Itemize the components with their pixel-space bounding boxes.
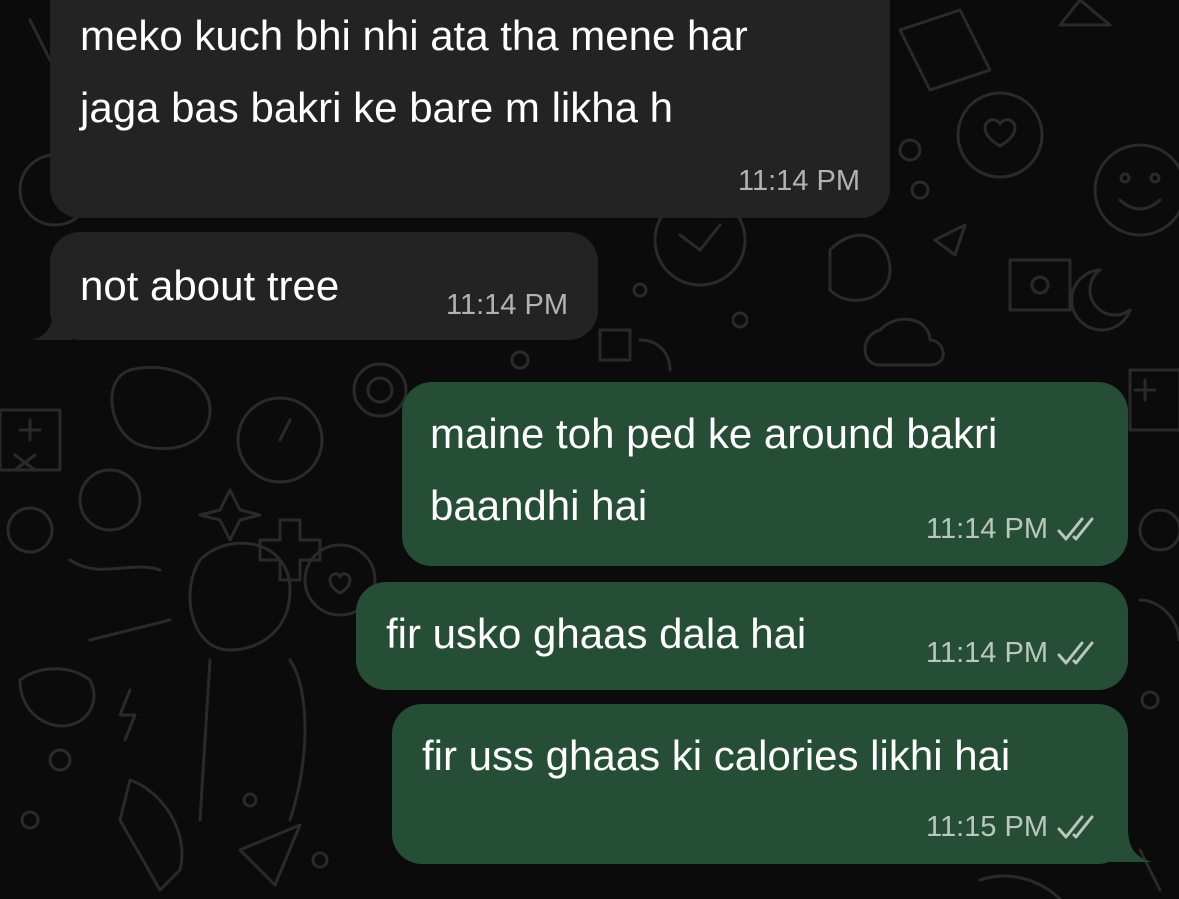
- message-meta: 11:14 PM: [738, 164, 860, 198]
- message-line: fir usko ghaas dala hai: [386, 610, 807, 657]
- message-bubble-outgoing[interactable]: fir usko ghaas dala hai 11:14 PM: [356, 582, 1128, 690]
- message-text: fir uss ghaas ki calories likhi hai: [422, 720, 1010, 792]
- message-text: maine toh ped ke around bakri baandhi ha…: [430, 398, 997, 542]
- message-line: baandhi hai: [430, 482, 648, 529]
- chat-view[interactable]: meko kuch bhi nhi ata tha mene har jaga …: [0, 0, 1179, 899]
- message-meta: 11:15 PM: [926, 810, 1100, 844]
- message-bubble-outgoing[interactable]: fir uss ghaas ki calories likhi hai 11:1…: [392, 704, 1128, 864]
- double-check-icon: [1057, 517, 1094, 541]
- message-timestamp: 11:14 PM: [446, 289, 568, 321]
- message-bubble-outgoing[interactable]: maine toh ped ke around bakri baandhi ha…: [402, 382, 1128, 566]
- message-text: fir usko ghaas dala hai: [386, 598, 806, 670]
- message-bubble-incoming[interactable]: meko kuch bhi nhi ata tha mene har jaga …: [50, 0, 890, 218]
- message-meta: 11:14 PM: [446, 288, 568, 322]
- message-line: jaga bas bakri ke bare m likha h: [80, 84, 673, 131]
- message-meta: 11:14 PM: [926, 512, 1100, 546]
- message-text: not about tree: [80, 250, 339, 322]
- message-meta: 11:14 PM: [926, 636, 1100, 670]
- message-timestamp: 11:14 PM: [738, 165, 860, 197]
- message-line: not about tree: [80, 262, 340, 309]
- message-line: fir uss ghaas ki calories likhi hai: [422, 732, 1011, 779]
- message-bubble-incoming[interactable]: not about tree 11:14 PM: [50, 232, 598, 340]
- message-timestamp: 11:15 PM: [926, 811, 1048, 843]
- double-check-icon: [1057, 815, 1094, 839]
- message-line: meko kuch bhi nhi ata tha mene har: [80, 12, 748, 59]
- message-text: meko kuch bhi nhi ata tha mene har jaga …: [80, 0, 748, 144]
- message-line: maine toh ped ke around bakri: [430, 410, 998, 457]
- message-timestamp: 11:14 PM: [926, 513, 1048, 545]
- double-check-icon: [1057, 641, 1094, 665]
- message-timestamp: 11:14 PM: [926, 637, 1048, 669]
